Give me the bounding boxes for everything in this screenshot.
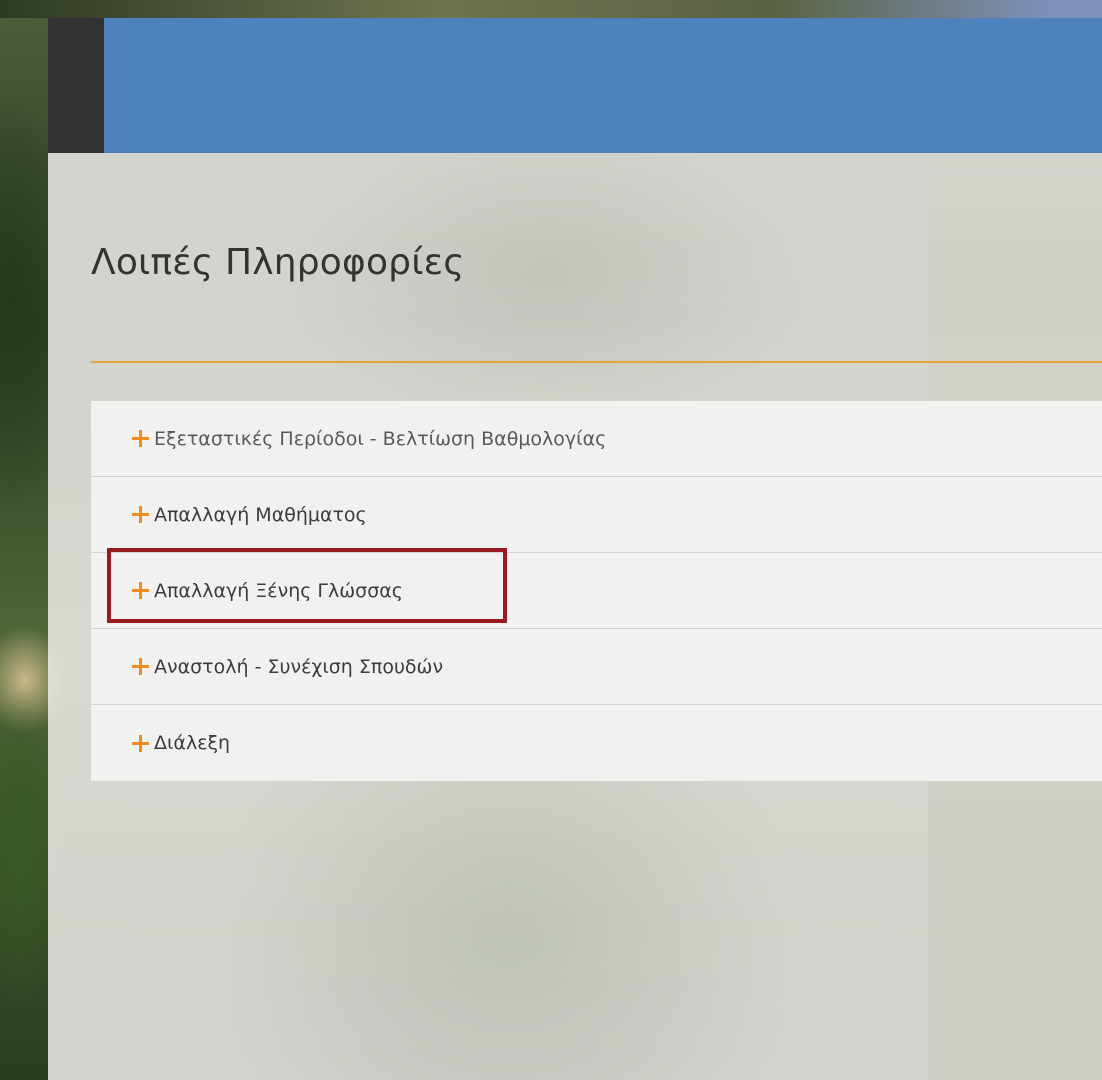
plus-icon [132, 506, 149, 523]
title-divider [91, 361, 1102, 363]
plus-icon [132, 658, 149, 675]
accordion-item-label: Διάλεξη [154, 732, 231, 754]
accordion-item-lecture[interactable]: Διάλεξη [91, 705, 1102, 781]
accordion-item-course-exemption[interactable]: Απαλλαγή Μαθήματος [91, 477, 1102, 553]
accordion: Εξεταστικές Περίοδοι - Βελτίωση Βαθμολογ… [91, 401, 1102, 781]
plus-icon [132, 582, 149, 599]
sidebar-strip [48, 18, 104, 153]
accordion-item-foreign-language-exemption[interactable]: Απαλλαγή Ξένης Γλώσσας [91, 553, 1102, 629]
accordion-item-label: Απαλλαγή Μαθήματος [154, 503, 367, 526]
background-top-edge [0, 0, 1102, 18]
accordion-item-label: Απαλλαγή Ξένης Γλώσσας [154, 579, 403, 602]
page-title: Λοιπές Πληροφορίες [91, 242, 465, 283]
accordion-item-label: Αναστολή - Συνέχιση Σπουδών [154, 655, 444, 678]
accordion-item-label: Εξεταστικές Περίοδοι - Βελτίωση Βαθμολογ… [154, 427, 607, 450]
accordion-item-exam-periods[interactable]: Εξεταστικές Περίοδοι - Βελτίωση Βαθμολογ… [91, 401, 1102, 477]
plus-icon [132, 734, 149, 752]
header-bar [104, 18, 1102, 153]
plus-icon [132, 430, 149, 447]
accordion-item-suspension-continuation[interactable]: Αναστολή - Συνέχιση Σπουδών [91, 629, 1102, 705]
